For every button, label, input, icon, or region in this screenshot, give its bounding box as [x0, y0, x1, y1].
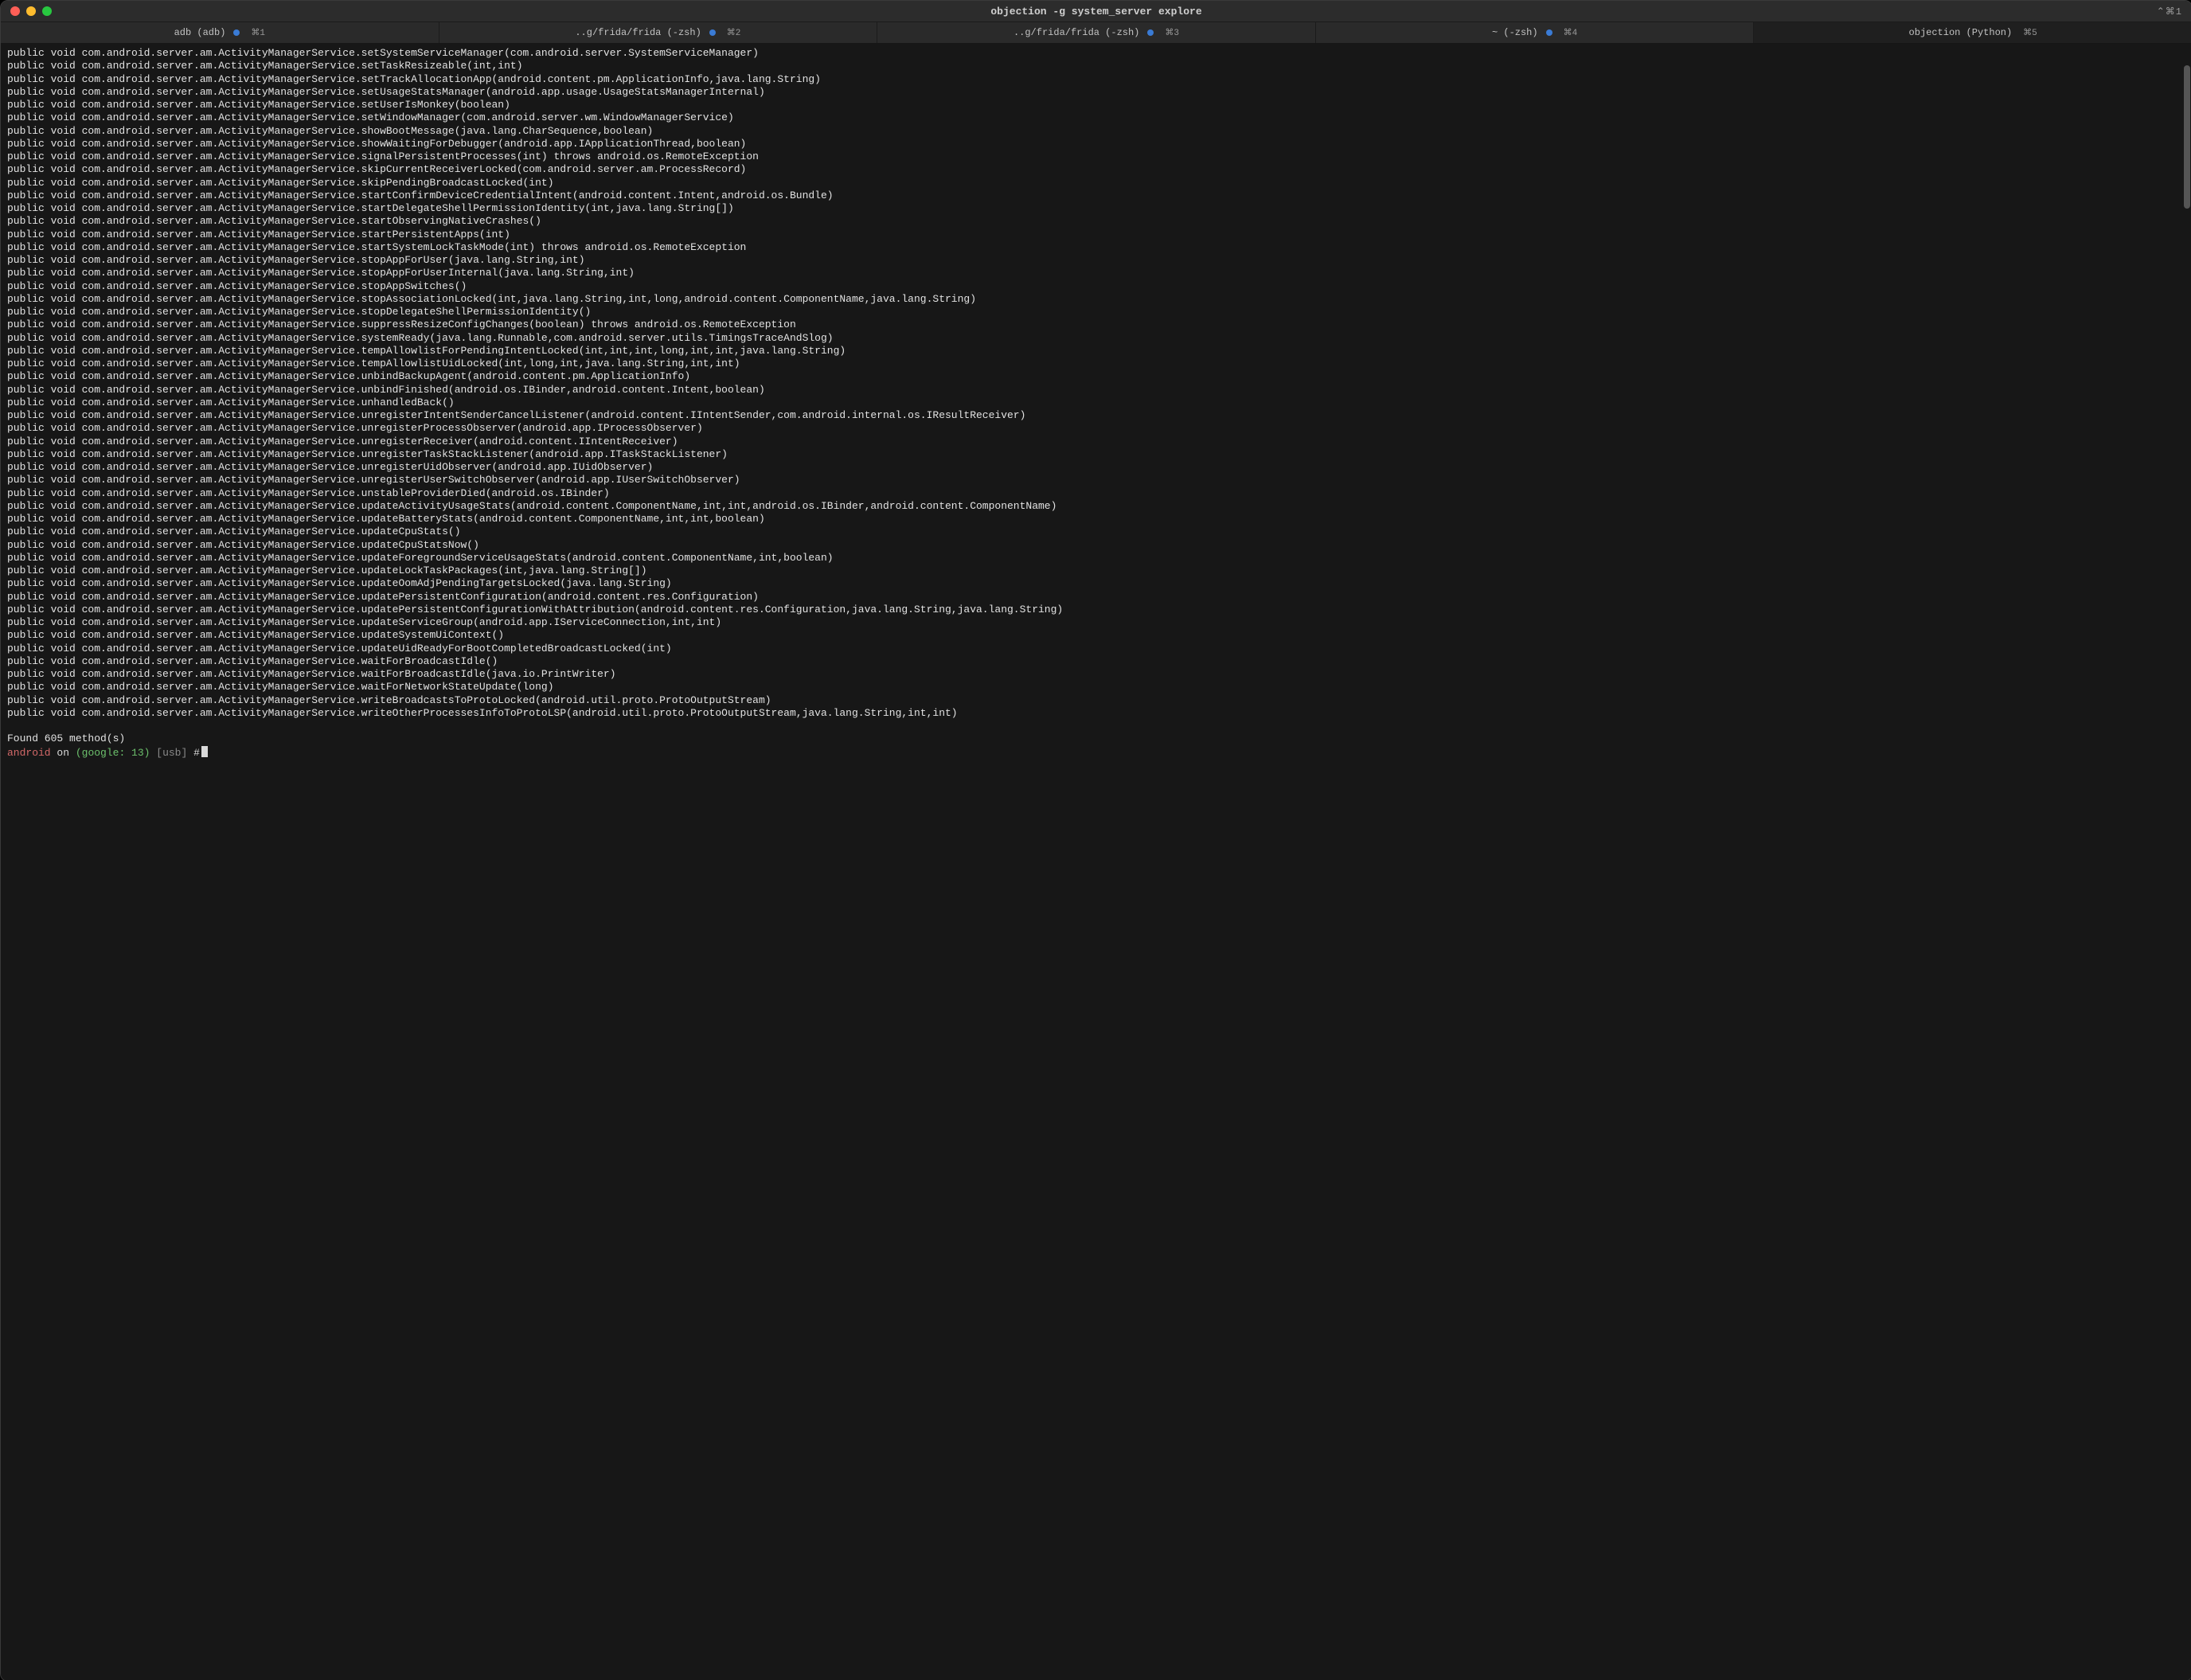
activity-indicator-icon: [233, 29, 240, 36]
minimize-icon[interactable]: [26, 6, 36, 16]
output-line: public void com.android.server.am.Activi…: [7, 370, 2185, 383]
titlebar: objection -g system_server explore ⌃⌘1: [1, 1, 2191, 22]
output-line: public void com.android.server.am.Activi…: [7, 668, 2185, 681]
output-line: public void com.android.server.am.Activi…: [7, 293, 2185, 306]
output-line: public void com.android.server.am.Activi…: [7, 616, 2185, 629]
tab-shortcut: ⌘2: [727, 27, 741, 38]
tab-shortcut: ⌘1: [251, 27, 265, 38]
output-line: public void com.android.server.am.Activi…: [7, 694, 2185, 707]
output-line: public void com.android.server.am.Activi…: [7, 525, 2185, 538]
scrollbar-track[interactable]: [2183, 41, 2191, 1680]
output-line: public void com.android.server.am.Activi…: [7, 448, 2185, 461]
output-line: public void com.android.server.am.Activi…: [7, 474, 2185, 486]
output-line: public void com.android.server.am.Activi…: [7, 577, 2185, 590]
output-line: public void com.android.server.am.Activi…: [7, 177, 2185, 189]
output-line: public void com.android.server.am.Activi…: [7, 73, 2185, 86]
output-line: public void com.android.server.am.Activi…: [7, 436, 2185, 448]
output-line: public void com.android.server.am.Activi…: [7, 241, 2185, 254]
tab-shortcut: ⌘4: [1564, 27, 1578, 38]
prompt-conn: [usb]: [156, 747, 187, 759]
window-shortcut-hint: ⌃⌘1: [2157, 6, 2182, 18]
output-line: public void com.android.server.am.Activi…: [7, 422, 2185, 435]
output-line: public void com.android.server.am.Activi…: [7, 487, 2185, 500]
output-line: public void com.android.server.am.Activi…: [7, 138, 2185, 150]
output-line: public void com.android.server.am.Activi…: [7, 565, 2185, 577]
prompt-on: on: [57, 747, 69, 759]
output-line: public void com.android.server.am.Activi…: [7, 202, 2185, 215]
tab-1[interactable]: ..g/frida/frida (-zsh) ⌘2: [439, 22, 878, 43]
tab-bar: adb (adb)⌘1..g/frida/frida (-zsh)⌘2..g/f…: [1, 22, 2191, 44]
output-line: public void com.android.server.am.Activi…: [7, 254, 2185, 267]
output-line: public void com.android.server.am.Activi…: [7, 332, 2185, 345]
output-line: public void com.android.server.am.Activi…: [7, 552, 2185, 565]
output-line: public void com.android.server.am.Activi…: [7, 513, 2185, 525]
window-title: objection -g system_server explore: [1, 6, 2191, 18]
output-line: public void com.android.server.am.Activi…: [7, 655, 2185, 668]
tab-shortcut: ⌘3: [1165, 27, 1179, 38]
output-line: public void com.android.server.am.Activi…: [7, 163, 2185, 176]
output-line: public void com.android.server.am.Activi…: [7, 409, 2185, 422]
activity-indicator-icon: [1546, 29, 1552, 36]
output-line: public void com.android.server.am.Activi…: [7, 189, 2185, 202]
tab-4[interactable]: objection (Python) ⌘5: [1754, 22, 2191, 43]
output-line: public void com.android.server.am.Activi…: [7, 150, 2185, 163]
prompt-hash: #: [193, 747, 200, 759]
output-line: public void com.android.server.am.Activi…: [7, 539, 2185, 552]
zoom-icon[interactable]: [42, 6, 52, 16]
result-summary: Found 605 method(s): [7, 733, 2185, 745]
output-line: public void com.android.server.am.Activi…: [7, 357, 2185, 370]
output-line: public void com.android.server.am.Activi…: [7, 125, 2185, 138]
output-line: public void com.android.server.am.Activi…: [7, 604, 2185, 616]
output-line: public void com.android.server.am.Activi…: [7, 267, 2185, 279]
prompt-target: (google: 13): [76, 747, 150, 759]
tab-label: objection (Python): [1909, 27, 2013, 38]
prompt-line[interactable]: android on (google: 13) [usb] #: [7, 746, 2185, 760]
output-line: public void com.android.server.am.Activi…: [7, 461, 2185, 474]
output-line: public void com.android.server.am.Activi…: [7, 345, 2185, 357]
output-line: public void com.android.server.am.Activi…: [7, 86, 2185, 99]
close-icon[interactable]: [10, 6, 20, 16]
tab-label: ..g/frida/frida (-zsh): [575, 27, 701, 38]
output-line: public void com.android.server.am.Activi…: [7, 318, 2185, 331]
activity-indicator-icon: [709, 29, 716, 36]
activity-indicator-icon: [1147, 29, 1154, 36]
output-line: public void com.android.server.am.Activi…: [7, 707, 2185, 720]
output-line: public void com.android.server.am.Activi…: [7, 591, 2185, 604]
output-line: public void com.android.server.am.Activi…: [7, 229, 2185, 241]
tab-label: ..g/frida/frida (-zsh): [1013, 27, 1139, 38]
output-line: public void com.android.server.am.Activi…: [7, 629, 2185, 642]
prompt-host: android: [7, 747, 51, 759]
tab-0[interactable]: adb (adb) ⌘1: [1, 22, 439, 43]
output-line: public void com.android.server.am.Activi…: [7, 47, 2185, 60]
output-line: public void com.android.server.am.Activi…: [7, 384, 2185, 397]
output-line: public void com.android.server.am.Activi…: [7, 111, 2185, 124]
output-line: public void com.android.server.am.Activi…: [7, 280, 2185, 293]
scrollbar-thumb[interactable]: [2184, 65, 2190, 209]
output-line: public void com.android.server.am.Activi…: [7, 306, 2185, 318]
blank-line: [7, 720, 2185, 733]
window-controls: [1, 6, 52, 16]
output-line: public void com.android.server.am.Activi…: [7, 681, 2185, 693]
terminal-window: objection -g system_server explore ⌃⌘1 a…: [0, 0, 2191, 1680]
tab-label: adb (adb): [174, 27, 226, 38]
cursor-icon: [201, 746, 208, 757]
tab-label: ~ (-zsh): [1492, 27, 1538, 38]
tab-3[interactable]: ~ (-zsh) ⌘4: [1316, 22, 1755, 43]
output-line: public void com.android.server.am.Activi…: [7, 643, 2185, 655]
output-line: public void com.android.server.am.Activi…: [7, 500, 2185, 513]
output-line: public void com.android.server.am.Activi…: [7, 60, 2185, 72]
terminal-output[interactable]: public void com.android.server.am.Activi…: [1, 44, 2191, 1680]
tab-2[interactable]: ..g/frida/frida (-zsh) ⌘3: [877, 22, 1316, 43]
output-line: public void com.android.server.am.Activi…: [7, 99, 2185, 111]
tab-shortcut: ⌘5: [2023, 27, 2037, 38]
output-line: public void com.android.server.am.Activi…: [7, 397, 2185, 409]
output-line: public void com.android.server.am.Activi…: [7, 215, 2185, 228]
